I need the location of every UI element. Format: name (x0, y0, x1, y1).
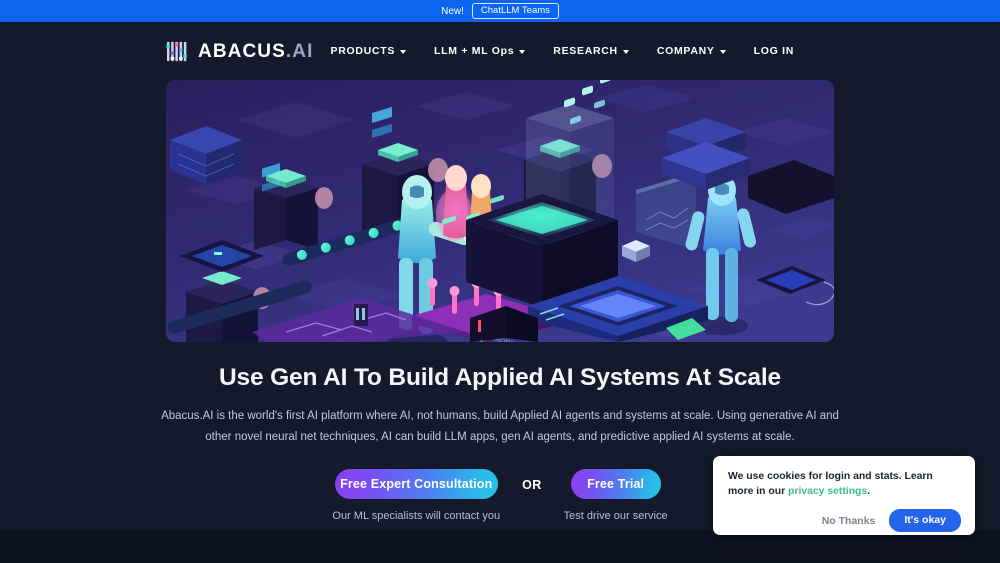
free-expert-consultation-button[interactable]: Free Expert Consultation (334, 468, 498, 499)
nav-label: LLM + ML Ops (434, 45, 515, 57)
primary-cta-group: Free Expert Consultation Our ML speciali… (332, 468, 501, 522)
privacy-settings-link[interactable]: privacy settings (788, 486, 867, 497)
announcement-pill-button[interactable]: ChatLLM Teams (471, 2, 559, 20)
secondary-cta-group: Free Trial Test drive our service (563, 468, 668, 522)
nav-label: RESEARCH (553, 45, 618, 57)
page-title: Use Gen AI To Build Applied AI Systems A… (218, 364, 781, 391)
its-okay-button[interactable]: It's okay (889, 509, 961, 533)
announcement-bar: New! ChatLLM Teams (0, 0, 1000, 22)
hero-illustration-wrap: MODEL CI/CD (0, 80, 1000, 342)
nav-item-log-in[interactable]: LOG IN (754, 45, 794, 57)
primary-cta-subtext: Our ML specialists will contact you (332, 509, 501, 522)
logo-suffix: .AI (285, 40, 314, 62)
nav-label: LOG IN (753, 45, 794, 57)
chevron-down-icon (400, 49, 407, 54)
chevron-down-icon (622, 49, 629, 54)
nav-item-company[interactable]: COMPANY (657, 45, 726, 57)
hero-illustration: MODEL CI/CD (166, 80, 834, 342)
free-trial-button[interactable]: Free Trial (570, 468, 661, 499)
nav-item-research[interactable]: RESEARCH (553, 45, 629, 57)
cookie-message: We use cookies for login and stats. Lear… (728, 469, 961, 499)
cta-divider-label: OR (522, 478, 542, 493)
cookie-actions: No Thanks It's okay (728, 509, 961, 533)
logo-text: ABACUS.AI (198, 42, 313, 61)
logo-name: ABACUS (198, 40, 286, 62)
cookie-consent-dialog: We use cookies for login and stats. Lear… (713, 456, 975, 535)
chevron-down-icon (519, 49, 526, 54)
logo[interactable]: ABACUS.AI (166, 40, 313, 63)
announcement-label: New! (441, 5, 464, 17)
cookie-message-period: . (867, 486, 871, 498)
secondary-cta-subtext: Test drive our service (563, 509, 668, 522)
site-header: ABACUS.AI PRODUCTS LLM + ML Ops RESEARCH… (0, 22, 1000, 80)
abacus-icon (166, 40, 189, 63)
nav-item-llm-ml-ops[interactable]: LLM + ML Ops (434, 45, 526, 57)
nav-label: COMPANY (656, 45, 715, 57)
no-thanks-button[interactable]: No Thanks (820, 511, 878, 531)
main-nav: PRODUCTS LLM + ML Ops RESEARCH COMPANY L… (331, 45, 966, 57)
nav-label: PRODUCTS (330, 45, 396, 57)
hero-subcopy: Abacus.AI is the world's first AI platfo… (161, 410, 839, 444)
chevron-down-icon (719, 49, 726, 54)
nav-item-products[interactable]: PRODUCTS (331, 45, 407, 57)
